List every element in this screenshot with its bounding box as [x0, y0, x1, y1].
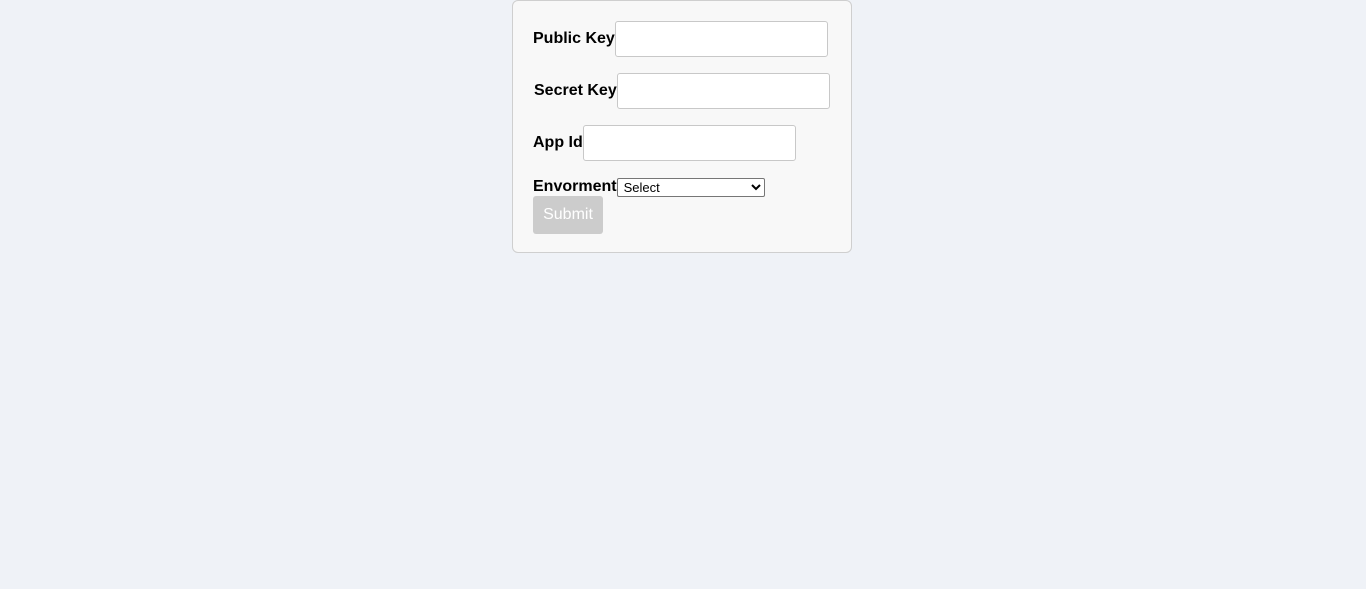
environment-row: Envorment Select — [533, 177, 765, 197]
public-key-label: Public Key — [533, 30, 615, 47]
environment-label: Envorment — [533, 178, 617, 195]
app-id-input[interactable] — [582, 125, 796, 161]
public-key-row: Public Key — [533, 21, 828, 57]
app-id-row: App Id — [533, 125, 796, 161]
secret-key-row: Secret Key — [534, 73, 830, 109]
secret-key-label: Secret Key — [534, 82, 617, 99]
submit-button[interactable]: Submit — [533, 196, 603, 234]
public-key-input[interactable] — [614, 21, 828, 57]
app-id-label: App Id — [533, 134, 583, 151]
secret-key-input[interactable] — [616, 73, 830, 109]
environment-select[interactable]: Select — [616, 178, 765, 197]
credentials-form-card: Public Key Secret Key App Id Envorment S… — [512, 0, 852, 253]
